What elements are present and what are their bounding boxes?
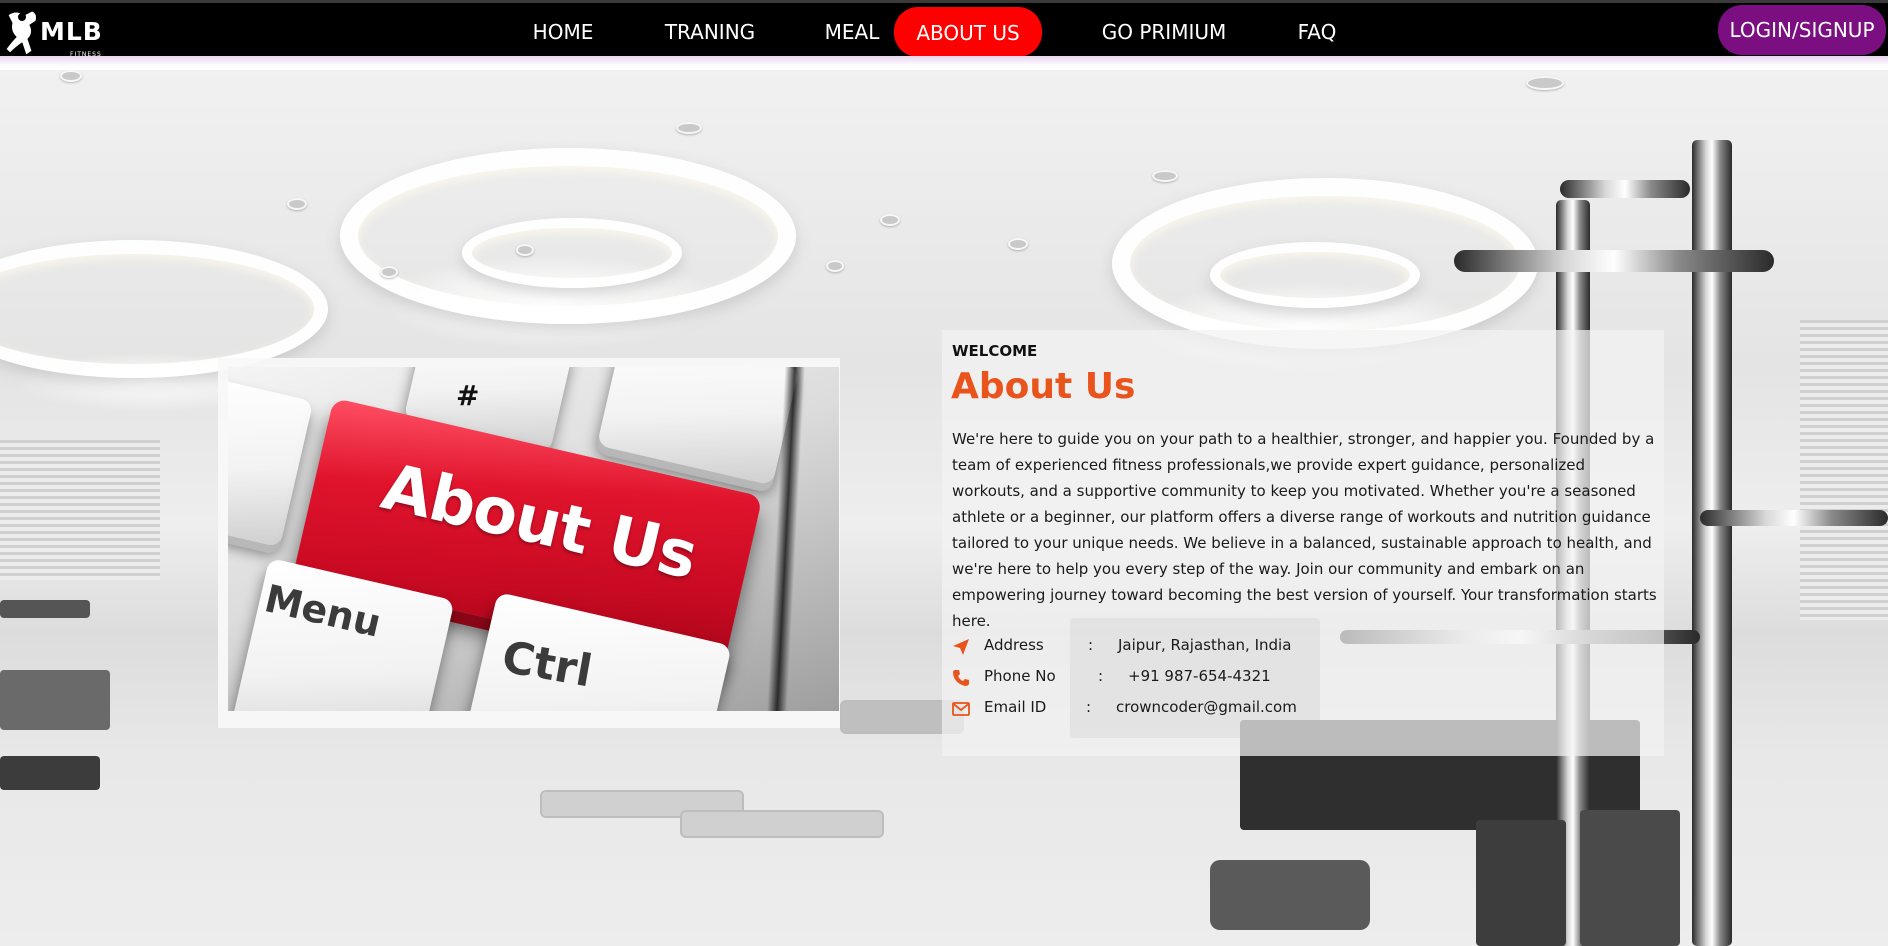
welcome-label: WELCOME xyxy=(952,342,1038,360)
email-value[interactable]: crowncoder@gmail.com xyxy=(1116,698,1297,716)
phone-label: Phone No xyxy=(984,667,1056,685)
about-us-paragraph: We're here to guide you on your path to … xyxy=(952,430,1657,630)
about-us-info-card: WELCOME About Us We're here to guide you… xyxy=(942,330,1664,756)
nav-meal[interactable]: MEAL xyxy=(820,8,884,52)
login-signup-button[interactable]: LOGIN/SIGNUP xyxy=(1718,5,1886,55)
contact-phone-row: Phone No : +91 987-654-4321 xyxy=(952,667,1652,691)
nav-training[interactable]: TRANING xyxy=(660,8,760,52)
about-us-image-card: # About Us Menu Ctrl xyxy=(218,358,840,728)
address-label: Address xyxy=(984,636,1044,654)
navbar-underglow xyxy=(0,56,1888,66)
top-navbar: MLB FITNESS HOME TRANING MEAL ABOUT US G… xyxy=(0,0,1888,59)
email-label: Email ID xyxy=(984,698,1047,716)
email-colon: : xyxy=(1086,698,1092,716)
phone-icon xyxy=(953,670,969,686)
phone-colon: : xyxy=(1098,667,1104,685)
mlb-fitness-logo[interactable]: MLB FITNESS xyxy=(2,7,112,59)
address-colon: : xyxy=(1088,636,1094,654)
phone-value: +91 987-654-4321 xyxy=(1128,667,1271,685)
contact-address-row: Address : Jaipur, Rajasthan, India xyxy=(952,636,1652,660)
nav-home[interactable]: HOME xyxy=(528,8,598,52)
nav-faq[interactable]: FAQ xyxy=(1292,8,1342,52)
nav-go-premium[interactable]: GO PRIMIUM xyxy=(1098,8,1230,52)
nav-about-us[interactable]: ABOUT US xyxy=(894,7,1042,57)
paper-plane-icon xyxy=(953,639,969,655)
hash-key-label: # xyxy=(456,379,480,412)
envelope-icon xyxy=(952,702,970,716)
contact-email-row: Email ID : crowncoder@gmail.com xyxy=(952,698,1652,722)
logo-text: MLB xyxy=(40,17,103,46)
address-value: Jaipur, Rajasthan, India xyxy=(1118,636,1292,654)
about-us-keyboard-image: # About Us Menu Ctrl xyxy=(228,367,839,711)
about-us-heading: About Us xyxy=(951,366,1136,407)
